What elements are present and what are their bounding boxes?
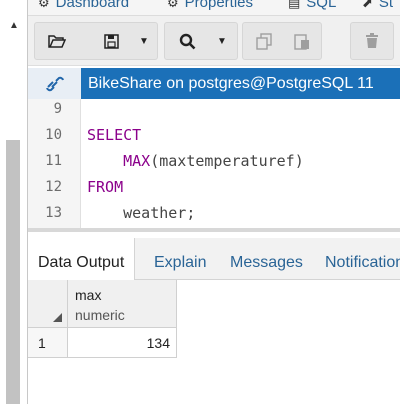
editor-line: 9	[28, 96, 400, 122]
scroll-up-arrow-icon[interactable]: ▲	[9, 20, 19, 31]
tab-dashboard[interactable]: ⚙ Dashboard	[38, 0, 129, 11]
find-dropdown-button[interactable]: ▼	[213, 23, 231, 59]
copy-button[interactable]	[247, 23, 281, 59]
dashboard-icon: ⚙	[38, 0, 50, 10]
sql-keyword: SELECT	[87, 126, 142, 144]
scrollbar-thumb[interactable]	[6, 140, 20, 404]
tab-data-output[interactable]: Data Output	[28, 238, 136, 281]
chevron-down-icon: ▼	[217, 35, 227, 47]
statistics-icon: ⬈	[362, 0, 373, 10]
open-file-button[interactable]	[39, 23, 75, 59]
find-icon	[179, 33, 195, 49]
editor-line: 10 SELECT	[28, 122, 400, 148]
table-cell[interactable]: 134	[68, 328, 177, 358]
connection-status-button[interactable]	[28, 68, 81, 99]
query-toolbar: ▼ ▼	[28, 16, 400, 66]
sql-argument: (maxtemperaturef)	[150, 152, 304, 170]
copy-icon	[256, 32, 272, 50]
chevron-down-icon: ▼	[139, 35, 149, 47]
data-output-grid: max numeric 1 134	[28, 280, 400, 404]
editor-horizontal-scrollbar[interactable]	[28, 228, 400, 232]
line-number: 11	[45, 153, 62, 169]
delete-button-group	[350, 22, 394, 60]
select-all-icon	[53, 313, 62, 322]
line-number: 13	[45, 205, 62, 221]
properties-icon: ⚙	[167, 0, 179, 10]
sql-function: MAX	[123, 152, 151, 170]
paste-button[interactable]	[285, 23, 319, 59]
find-button[interactable]	[169, 23, 205, 59]
edit-button-group	[242, 22, 322, 60]
editor-line: 11 MAX(maxtemperaturef)	[28, 148, 400, 174]
sql-identifier: weather;	[123, 204, 196, 222]
tab-dashboard-label: Dashboard	[55, 0, 130, 11]
tab-properties-label: Properties	[184, 0, 254, 11]
line-number: 9	[53, 101, 62, 117]
row-number[interactable]: 1	[28, 328, 68, 358]
code-text: SELECT	[87, 122, 141, 148]
save-button[interactable]	[93, 23, 129, 59]
main-tab-strip: ⚙ Dashboard ⚙ Properties ▤ SQL ⬈ St	[28, 0, 400, 16]
sql-icon: ▤	[288, 0, 301, 10]
connection-label: BikeShare on postgres@PostgreSQL 11	[88, 75, 374, 92]
code-text: MAX(maxtemperaturef)	[87, 148, 304, 174]
delete-icon	[366, 33, 378, 48]
tab-notifications[interactable]: Notifications	[315, 238, 400, 280]
connection-bar: BikeShare on postgres@PostgreSQL 11	[28, 68, 400, 99]
tab-sql[interactable]: ▤ SQL	[288, 0, 336, 11]
save-icon	[103, 33, 119, 49]
sql-editor[interactable]: 9 10 SELECT 11 MAX(maxtemperaturef) 12 F…	[28, 99, 400, 230]
find-button-group: ▼	[164, 22, 238, 60]
code-text: weather;	[87, 200, 195, 226]
tab-statistics-label: St	[378, 0, 394, 11]
paste-icon	[294, 33, 309, 50]
connection-icon	[45, 76, 64, 91]
save-dropdown-button[interactable]: ▼	[135, 23, 153, 59]
code-text: FROM	[87, 174, 123, 200]
results-tab-bar: Data Output Explain Messages Notificatio…	[28, 238, 400, 281]
sql-keyword: FROM	[87, 178, 124, 196]
column-header[interactable]: max numeric	[68, 280, 177, 328]
delete-button[interactable]	[355, 23, 389, 59]
tab-properties[interactable]: ⚙ Properties	[167, 0, 253, 11]
line-number: 12	[45, 179, 62, 195]
select-all-corner[interactable]	[28, 280, 68, 328]
tab-sql-label: SQL	[306, 0, 337, 11]
column-name: max	[75, 287, 102, 303]
tab-messages[interactable]: Messages	[220, 238, 313, 280]
tab-statistics[interactable]: ⬈ St	[362, 0, 393, 11]
editor-line: 12 FROM	[28, 174, 400, 200]
column-type: numeric	[75, 307, 125, 323]
open-file-icon	[48, 35, 66, 48]
left-scrollbar[interactable]: ▲	[0, 0, 28, 404]
editor-line: 13 weather;	[28, 200, 400, 226]
tab-explain[interactable]: Explain	[144, 238, 216, 280]
line-number: 10	[45, 127, 62, 143]
file-button-group: ▼	[34, 22, 158, 60]
